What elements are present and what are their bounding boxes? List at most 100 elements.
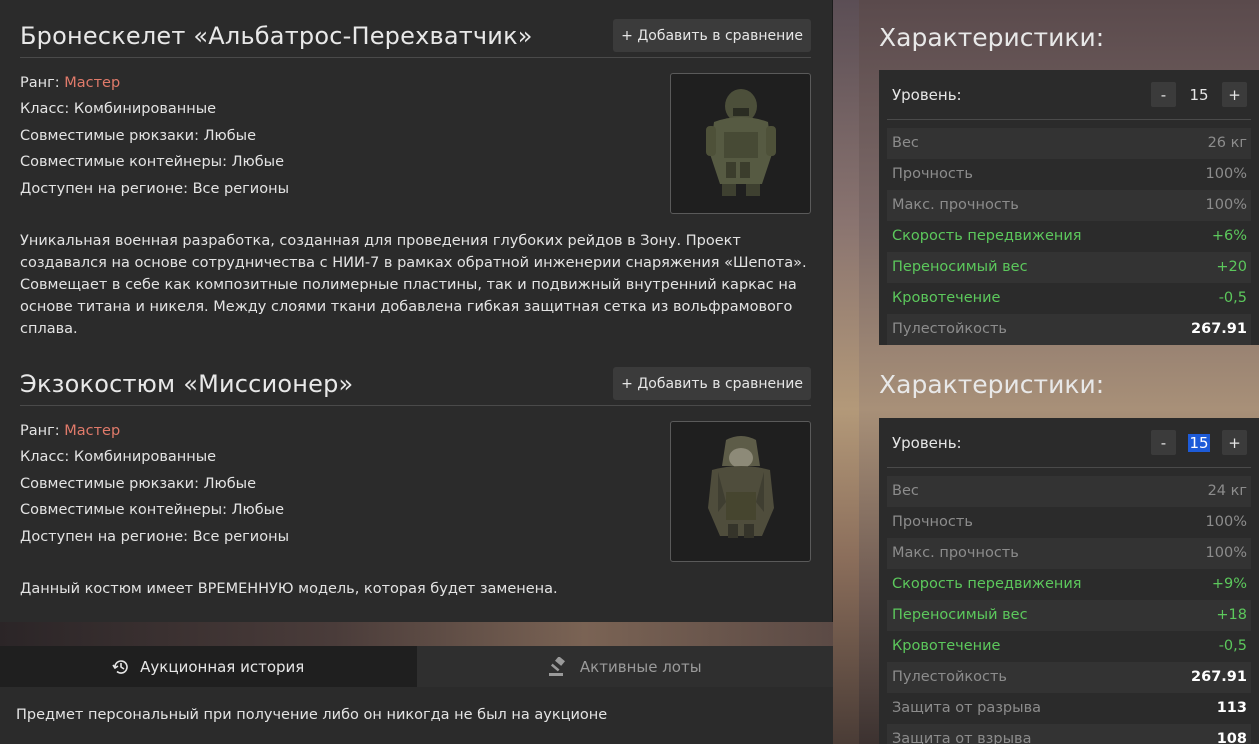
- level-value-selected: 15: [1188, 433, 1210, 452]
- stat-value: +18: [1216, 607, 1247, 623]
- stat-name: Защита от разрыва: [892, 700, 1042, 716]
- level-increase-button[interactable]: +: [1222, 430, 1247, 455]
- stat-value: 100%: [1205, 197, 1247, 213]
- stat-row-bullet-resistance: Пулестойкость 267.91: [887, 314, 1251, 345]
- item-properties: Ранг: Мастер Класс: Комбинированные Совм…: [20, 70, 289, 202]
- item-details-panel: Бронескелет «Альбатрос-Перехватчик» + До…: [0, 0, 833, 622]
- tab-label: Аукционная история: [140, 657, 305, 676]
- stat-value: 100%: [1205, 514, 1247, 530]
- item-description: Данный костюм имеет ВРЕМЕННУЮ модель, ко…: [20, 581, 558, 597]
- item-image: [670, 73, 811, 214]
- level-decrease-button[interactable]: -: [1151, 430, 1176, 455]
- exosuit-icon: [707, 435, 774, 538]
- class-line: Класс: Комбинированные: [20, 449, 217, 466]
- stat-name: Вес: [892, 135, 919, 151]
- stat-value: 267.91: [1191, 669, 1247, 685]
- stat-value: 24 кг: [1207, 483, 1247, 499]
- add-to-compare-button[interactable]: + Добавить в сравнение: [613, 19, 811, 52]
- rank-label: Ранг:: [20, 423, 60, 439]
- stat-name: Кровотечение: [892, 638, 1001, 654]
- containers-line: Совместимые контейнеры: Любые: [20, 502, 285, 519]
- stat-value: -0,5: [1218, 638, 1247, 654]
- stat-name: Пулестойкость: [892, 669, 1007, 685]
- stat-name: Скорость передвижения: [892, 576, 1082, 592]
- level-stepper: - 15 +: [1151, 430, 1247, 455]
- region-line: Доступен на регионе: Все регионы: [20, 528, 290, 545]
- item-card: Экзокостюм «Миссионер» + Добавить в срав…: [20, 362, 811, 597]
- stat-rows: Вес 24 кг Прочность 100% Макс. прочность 10…: [887, 476, 1251, 744]
- stat-name: Пулестойкость: [892, 321, 1007, 337]
- stat-name: Макс. прочность: [892, 545, 1019, 561]
- level-label: Уровень:: [892, 433, 962, 452]
- stat-value: +6%: [1211, 228, 1247, 244]
- stat-row-weight: Вес 24 кг: [887, 476, 1251, 507]
- stat-name: Вес: [892, 483, 919, 499]
- stat-name: Переносимый вес: [892, 607, 1028, 623]
- stats-box: Уровень: - 15 + Вес 26 кг Прочность 100% М…: [879, 70, 1259, 345]
- stat-row-carry-weight: Переносимый вес +18: [887, 600, 1251, 631]
- level-increase-button[interactable]: +: [1222, 82, 1247, 107]
- auction-panel: Аукционная история Активные лоты Предмет…: [0, 646, 833, 744]
- stat-row-bullet-resistance: Пулестойкость 267.91: [887, 662, 1251, 693]
- stat-row-carry-weight: Переносимый вес +20: [887, 252, 1251, 283]
- rank-value: Мастер: [64, 423, 121, 439]
- stat-row-speed: Скорость передвижения +9%: [887, 569, 1251, 600]
- stat-row-max-durability: Макс. прочность 100%: [887, 538, 1251, 569]
- stat-name: Скорость передвижения: [892, 228, 1082, 244]
- level-row: Уровень: - 15 +: [887, 418, 1251, 468]
- rank-label: Ранг:: [20, 75, 60, 91]
- item-description: Уникальная военная разработка, созданная…: [20, 233, 807, 337]
- stat-name: Макс. прочность: [892, 197, 1019, 213]
- stat-row-durability: Прочность 100%: [887, 507, 1251, 538]
- rank-line: Ранг: Мастер: [20, 418, 289, 444]
- class-line: Класс: Комбинированные: [20, 101, 217, 118]
- region-line: Доступен на регионе: Все регионы: [20, 180, 290, 197]
- stat-name: Кровотечение: [892, 290, 1001, 306]
- stat-name: Прочность: [892, 514, 973, 530]
- stat-value: +9%: [1211, 576, 1247, 592]
- gavel-icon: [548, 656, 565, 676]
- stats-title: Характеристики:: [879, 23, 1105, 52]
- item-properties: Ранг: Мастер Класс: Комбинированные Совм…: [20, 418, 289, 550]
- level-stepper: - 15 +: [1151, 82, 1247, 107]
- item-title: Бронескелет «Альбатрос-Перехватчик»: [20, 21, 533, 50]
- history-icon: [112, 659, 128, 674]
- containers-line: Совместимые контейнеры: Любые: [20, 154, 285, 171]
- level-row: Уровень: - 15 +: [887, 70, 1251, 120]
- stat-row-bleeding: Кровотечение -0,5: [887, 283, 1251, 314]
- stat-rows: Вес 26 кг Прочность 100% Макс. прочность 10…: [887, 128, 1251, 345]
- stat-row-bleeding: Кровотечение -0,5: [887, 631, 1251, 662]
- stat-row-max-durability: Макс. прочность 100%: [887, 190, 1251, 221]
- item-header: Бронескелет «Альбатрос-Перехватчик» + До…: [20, 14, 811, 58]
- background-scenery-gap: [833, 0, 859, 744]
- stat-value: 26 кг: [1207, 135, 1247, 151]
- stat-name: Прочность: [892, 166, 973, 182]
- stat-value: 267.91: [1191, 321, 1247, 337]
- rank-line: Ранг: Мастер: [20, 70, 289, 96]
- level-label: Уровень:: [892, 85, 962, 104]
- stat-name: Защита от взрыва: [892, 731, 1032, 744]
- level-input[interactable]: 15: [1176, 433, 1222, 452]
- stat-value: 113: [1216, 700, 1247, 716]
- stat-value: 100%: [1205, 166, 1247, 182]
- stats-title: Характеристики:: [879, 370, 1105, 399]
- tab-auction-history[interactable]: Аукционная история: [0, 646, 417, 687]
- item-header: Экзокостюм «Миссионер» + Добавить в срав…: [20, 362, 811, 406]
- item-image: [670, 421, 811, 562]
- stat-row-durability: Прочность 100%: [887, 159, 1251, 190]
- rank-value: Мастер: [64, 75, 121, 91]
- stat-name: Переносимый вес: [892, 259, 1028, 275]
- stat-row-explosion-protection: Защита от взрыва 108: [887, 724, 1251, 744]
- stat-value: 108: [1216, 731, 1247, 744]
- tab-active-lots[interactable]: Активные лоты: [416, 646, 833, 687]
- level-input[interactable]: 15: [1176, 86, 1222, 104]
- stats-section: Характеристики:: [859, 13, 1259, 63]
- backpacks-line: Совместимые рюкзаки: Любые: [20, 127, 257, 144]
- stats-section: Характеристики:: [859, 360, 1259, 410]
- tab-label: Активные лоты: [579, 657, 702, 676]
- add-to-compare-button[interactable]: + Добавить в сравнение: [613, 367, 811, 400]
- auction-history-message: Предмет персональный при получение либо …: [16, 707, 608, 723]
- stats-box: Уровень: - 15 + Вес 24 кг Прочность 100% М…: [879, 418, 1259, 744]
- level-decrease-button[interactable]: -: [1151, 82, 1176, 107]
- stat-row-weight: Вес 26 кг: [887, 128, 1251, 159]
